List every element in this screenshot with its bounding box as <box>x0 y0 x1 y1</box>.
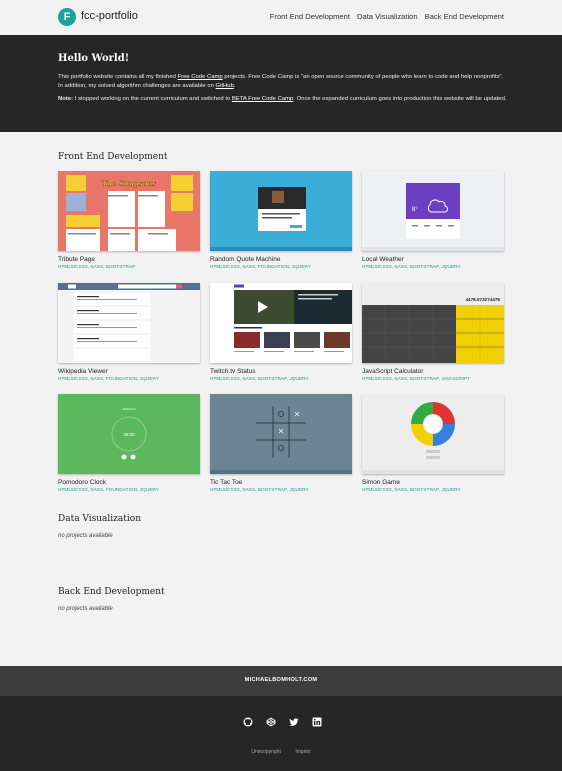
project-card: 4478.073274479 JavaScript Calculator HTM… <box>362 283 504 382</box>
project-thumbnail-simon[interactable] <box>362 394 504 474</box>
note-text: . Once the expanded curriculum goes into… <box>293 96 507 102</box>
footer-banner: MICHAELBOMHOLT.COM <box>0 666 562 696</box>
project-title[interactable]: Local Weather <box>362 256 504 263</box>
note-label: Note: <box>58 96 74 102</box>
main-nav: Front End Development Data Visualization… <box>270 12 504 21</box>
project-card: Wikipedia Viewer HTML5/CSS3, SASS, FOUND… <box>58 283 200 382</box>
intro-section: Hello World! This portfolio website cont… <box>0 35 562 132</box>
github-link[interactable]: GitHub <box>216 83 234 89</box>
footer: Unocopyright Imprint <box>0 696 562 771</box>
project-thumbnail-pomodoro[interactable]: SESSION 25:00 <box>58 394 200 474</box>
empty-message: no projects available <box>58 606 113 612</box>
project-tech: HTML5/CSS3, SASS, FOUNDATION, JQUERY <box>58 488 160 493</box>
svg-text:The Simpsons: The Simpsons <box>102 179 157 188</box>
intro-title: Hello World! <box>58 53 130 64</box>
intro-text: . <box>233 82 236 89</box>
project-thumbnail-wikipedia[interactable] <box>58 283 200 363</box>
svg-text:25:00: 25:00 <box>123 432 135 437</box>
github-icon[interactable] <box>243 714 253 727</box>
project-card: 8° Local Weather HTML5/CSS3, SASS, BOOTS… <box>362 171 504 270</box>
footer-link-imprint[interactable]: Imprint <box>295 749 310 755</box>
empty-message: no projects available <box>58 533 113 539</box>
footer-link-unocopyright[interactable]: Unocopyright <box>251 749 280 755</box>
linkedin-icon[interactable] <box>312 714 322 727</box>
project-tech: HTML5/CSS3, SASS, BOOTSTRAP, JQUERY <box>210 488 309 493</box>
svg-text:8°: 8° <box>412 207 418 213</box>
project-tech: HTML5/CSS3, SASS, FOUNDATION, JQUERY <box>58 377 160 382</box>
codepen-icon[interactable] <box>266 714 276 727</box>
project-tech: HTML5/CSS3, SASS, BOOTSTRAP, JQUERY <box>362 265 461 270</box>
intro-paragraph: This portfolio website contains all my f… <box>58 73 508 91</box>
footer-links: Unocopyright Imprint <box>0 740 562 758</box>
project-title[interactable]: Random Quote Machine <box>210 256 352 263</box>
project-thumbnail-twitch[interactable] <box>210 283 352 363</box>
beta-fcc-link[interactable]: BETA Free Code Camp <box>232 96 293 102</box>
nav-front-end[interactable]: Front End Development <box>270 12 350 21</box>
project-title[interactable]: JavaScript Calculator <box>362 368 504 375</box>
project-title[interactable]: Simon Game <box>362 479 504 486</box>
project-thumbnail-calculator[interactable]: 4478.073274479 <box>362 283 504 363</box>
site-link[interactable]: MICHAELBOMHOLT.COM <box>245 677 318 683</box>
project-title[interactable]: Tic Tac Toe <box>210 479 352 486</box>
nav-back-end[interactable]: Back End Development <box>425 12 504 21</box>
note-paragraph: Note: I stopped working on the current c… <box>58 95 508 104</box>
project-title[interactable]: Wikipedia Viewer <box>58 368 200 375</box>
project-title[interactable]: Tribute Page <box>58 256 200 263</box>
svg-text:SESSION: SESSION <box>122 407 135 411</box>
project-card: Random Quote Machine HTML5/CSS3, SASS, F… <box>210 171 352 270</box>
project-title[interactable]: Pomodoro Clock <box>58 479 200 486</box>
project-tech: HTML5/CSS3, SASS, FOUNDATION, JQUERY <box>210 265 312 270</box>
svg-text:4478.073274479: 4478.073274479 <box>466 297 501 302</box>
brand-name[interactable]: fcc-portfolio <box>81 10 138 22</box>
logo-icon[interactable]: F <box>58 8 76 26</box>
project-card: Twitch.tv Status HTML5/CSS3, SASS, BOOTS… <box>210 283 352 382</box>
project-card: Simon Game HTML5/CSS3, SASS, BOOTSTRAP, … <box>362 394 504 493</box>
project-card: Tic Tac Toe HTML5/CSS3, SASS, BOOTSTRAP,… <box>210 394 352 493</box>
project-title[interactable]: Twitch.tv Status <box>210 368 352 375</box>
note-text: I stopped working on the current curricu… <box>73 96 232 102</box>
project-thumbnail-tictactoe[interactable] <box>210 394 352 474</box>
twitter-icon[interactable] <box>289 714 299 726</box>
free-code-camp-link[interactable]: Free Code Camp <box>178 74 223 80</box>
project-tech: HTML5/CSS3, SASS, BOOTSTRAP, JQUERY <box>210 377 309 382</box>
intro-text: This portfolio website contains all my f… <box>58 74 178 80</box>
project-thumbnail-tribute[interactable]: The Simpsons <box>58 171 200 251</box>
social-links <box>243 714 322 727</box>
projects-area: Front End Development The Simpsons Tribu… <box>0 132 562 666</box>
project-tech: HTML5/CSS3, SASS, BOOTSTRAP, JQUERY <box>362 488 461 493</box>
project-thumbnail-quote[interactable] <box>210 171 352 251</box>
project-tech: HTML5/CSS3, SASS, BOOTSTRAP, JAVASCRIPT <box>362 377 471 382</box>
project-card: SESSION 25:00 Pomodoro Clock HTML5/CSS3,… <box>58 394 200 493</box>
project-tech: HTML5/CSS3, SASS, BOOTSTRAP <box>58 265 136 270</box>
section-title-data-visualization: Data Visualization <box>58 514 141 524</box>
project-thumbnail-weather[interactable]: 8° <box>362 171 504 251</box>
project-card: The Simpsons Tribute Page HTML5/CSS3, SA… <box>58 171 200 270</box>
top-navbar: F fcc-portfolio Front End Development Da… <box>0 0 562 35</box>
section-title-back-end: Back End Development <box>58 587 165 597</box>
section-title-front-end: Front End Development <box>58 152 168 162</box>
nav-data-visualization[interactable]: Data Visualization <box>357 12 418 21</box>
